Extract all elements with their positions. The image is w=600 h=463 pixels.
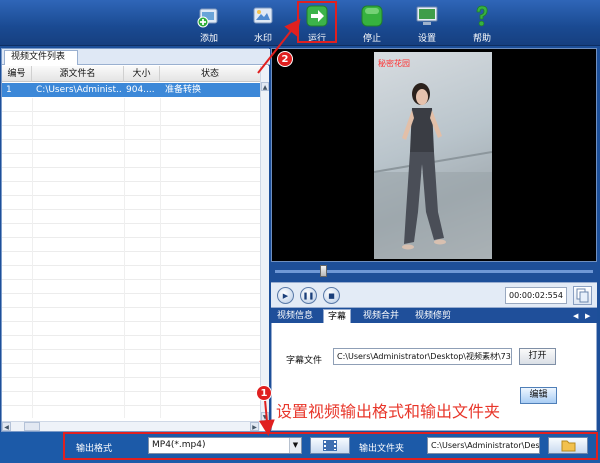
step-marker-1: 1 (256, 385, 272, 401)
arrow-to-run (257, 18, 301, 74)
step-marker-2: 2 (277, 51, 293, 67)
annotation-arrows (257, 18, 301, 436)
arrow-to-output (258, 399, 275, 436)
